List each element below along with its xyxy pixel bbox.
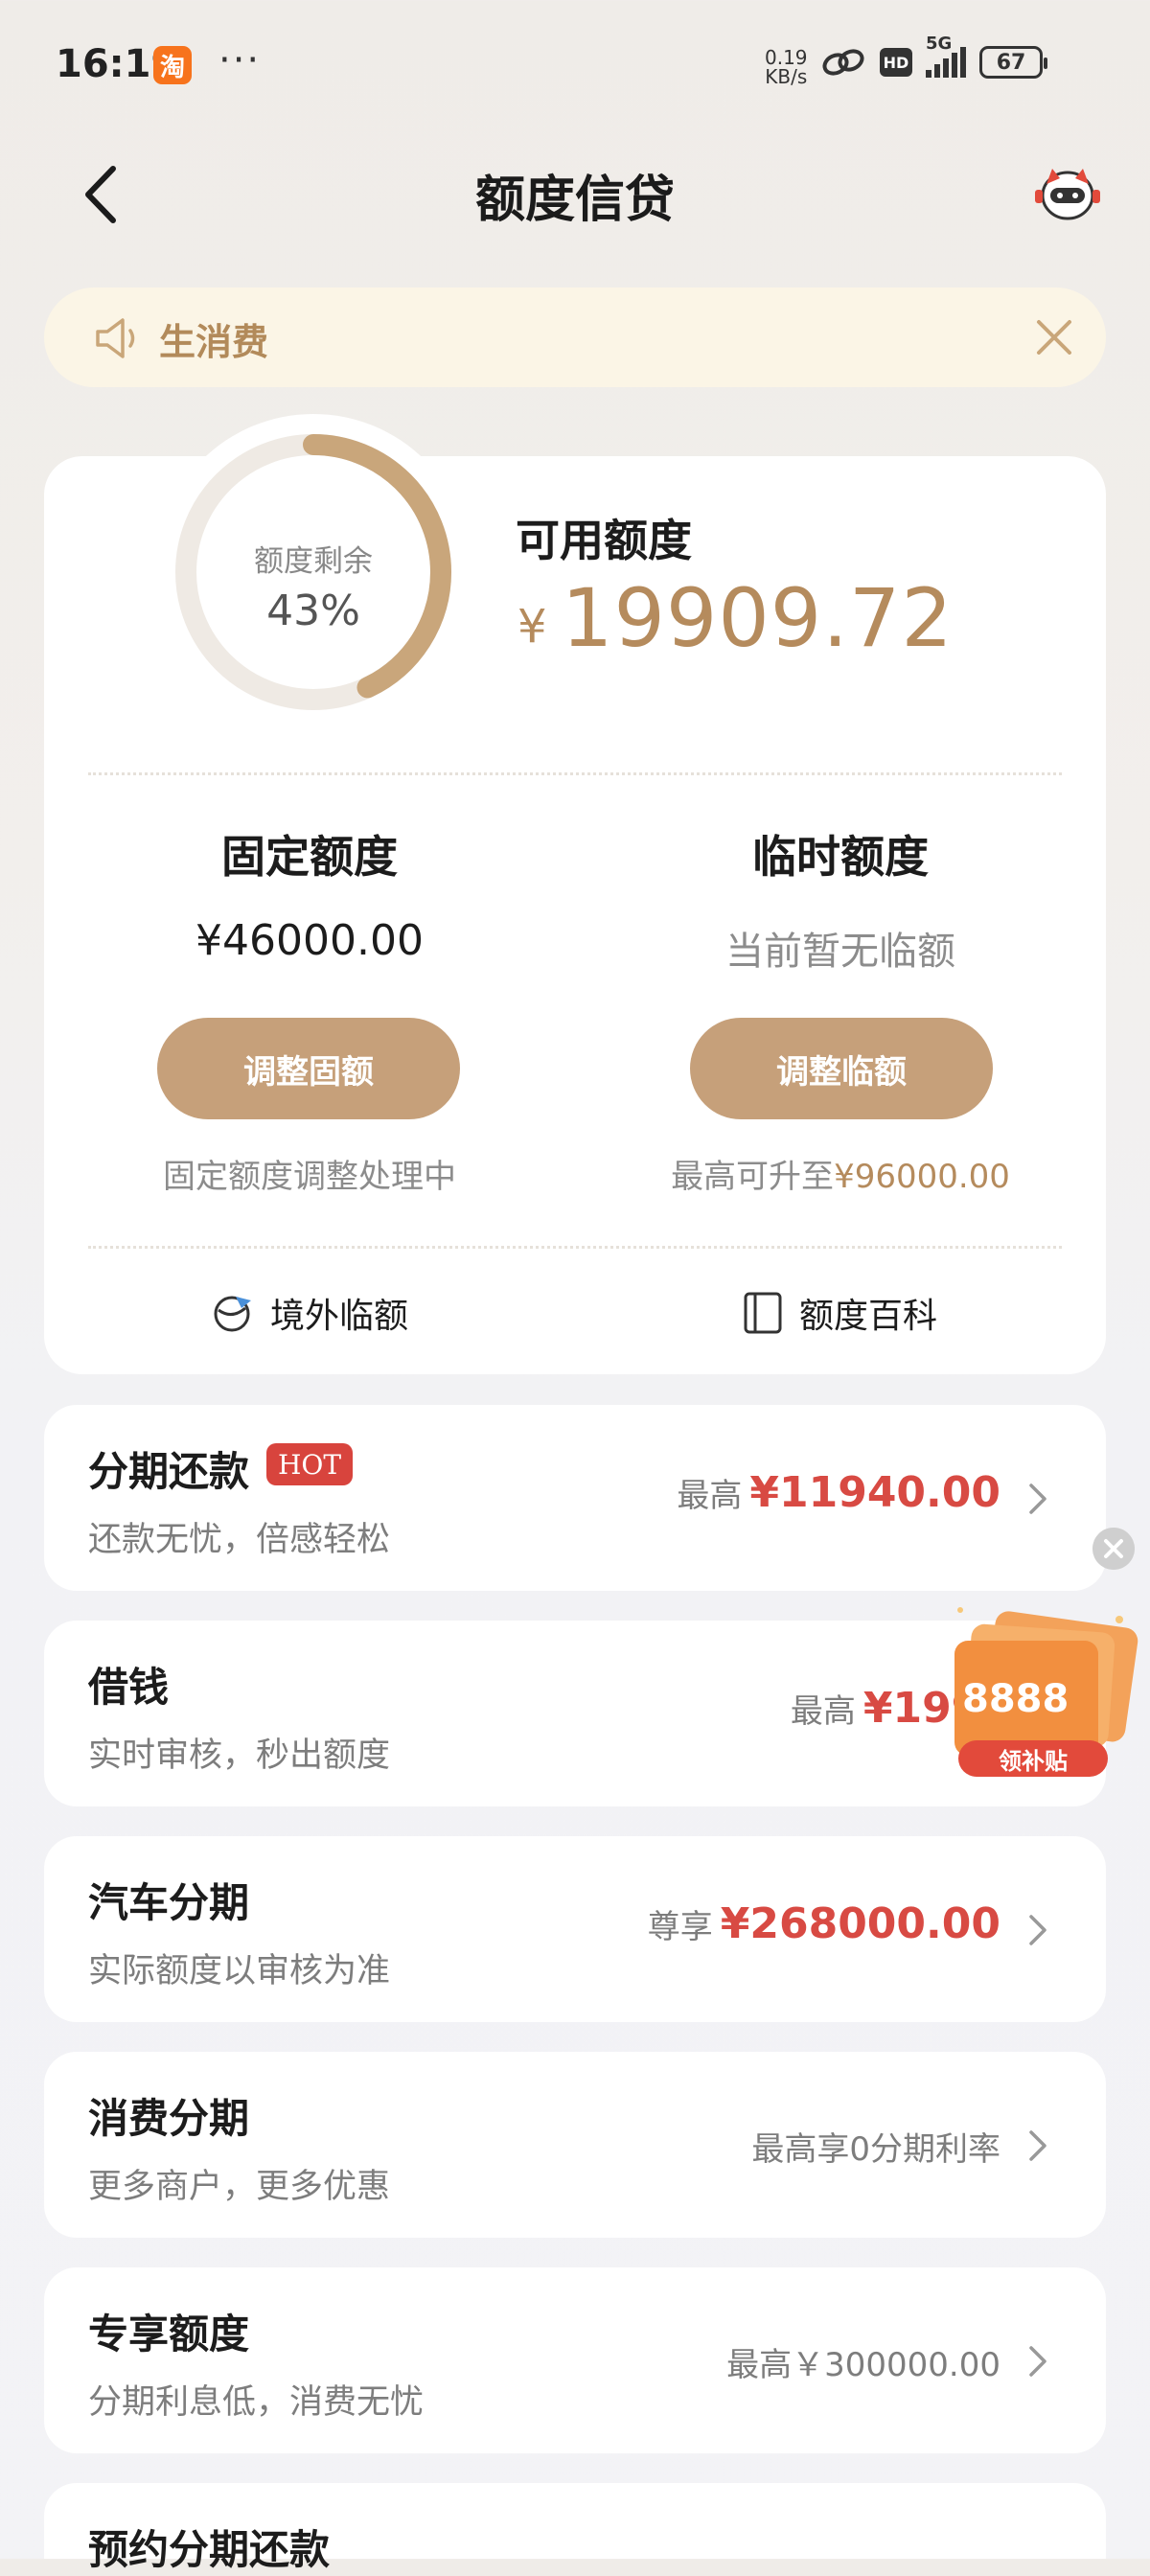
claim-subsidy-button[interactable]: 领补贴 <box>958 1740 1108 1777</box>
product-amount: 尊享 ¥268000.00 <box>647 1899 1000 1948</box>
available-credit-label: 可用额度 <box>516 515 692 566</box>
speaker-icon <box>96 318 135 358</box>
notice-text: 生消费 <box>159 321 269 363</box>
product-subtitle: 更多商户，更多优惠 <box>88 2168 391 2206</box>
product-title: 预约分期还款 <box>88 2526 331 2573</box>
customer-service-button[interactable] <box>1033 163 1102 222</box>
page-title: 额度信贷 <box>474 172 675 229</box>
temp-credit-value: 当前暂无临额 <box>725 930 955 974</box>
product-card-consumer-installment[interactable]: 消费分期 更多商户，更多优惠 最高享0分期利率 <box>44 2052 1106 2238</box>
temp-credit-note: 最高可升至¥96000.00 <box>671 1158 1010 1196</box>
hd-icon: HD <box>880 48 912 77</box>
divider <box>88 772 1062 775</box>
close-icon[interactable] <box>1092 1528 1135 1570</box>
battery-icon: 67 <box>979 46 1047 79</box>
link-icon <box>822 49 864 76</box>
taobao-app-badge: 淘 <box>153 46 192 84</box>
product-title: 分期还款 <box>88 1448 250 1495</box>
product-subtitle: 还款无忧，倍感轻松 <box>88 1521 391 1559</box>
chevron-right-icon <box>1029 2130 1046 2161</box>
credit-summary-card: 额度剩余 43% 可用额度 ¥ 19909.72 固定额度 ¥46000.00 … <box>44 414 1106 1374</box>
product-card-car-installment[interactable]: 汽车分期 实际额度以审核为准 尊享 ¥268000.00 <box>44 1836 1106 2022</box>
product-amount: 最高 ¥11940.00 <box>677 1468 1000 1517</box>
product-title: 汽车分期 <box>88 1879 250 1926</box>
chevron-right-icon <box>1029 1915 1046 1945</box>
product-subtitle: 分期利息低，消费无忧 <box>88 2383 425 2422</box>
signal-icon: 5G <box>926 34 966 78</box>
more-notifications-icon: ··· <box>218 38 262 82</box>
product-amount: 最高￥300000.00 <box>726 2346 1000 2384</box>
temp-credit-title: 临时额度 <box>752 831 929 883</box>
network-speed: 0.19 KB/s <box>765 46 808 88</box>
overseas-temp-credit-link[interactable]: 境外临额 <box>211 1288 408 1338</box>
product-card-exclusive-credit[interactable]: 专享额度 分期利息低，消费无忧 最高￥300000.00 <box>44 2267 1106 2453</box>
credit-encyclopedia-link[interactable]: 额度百科 <box>742 1288 937 1338</box>
fixed-credit-value: ¥46000.00 <box>196 916 424 965</box>
product-card-borrow[interactable]: 借钱 实时审核，秒出额度 最高 ¥1990 <box>44 1621 1106 1806</box>
product-title: 消费分期 <box>88 2095 250 2142</box>
book-icon <box>744 1292 782 1334</box>
product-title: 专享额度 <box>88 2311 250 2358</box>
product-subtitle: 实际额度以审核为准 <box>88 1952 391 1990</box>
remaining-ring: 额度剩余 43% <box>155 414 472 730</box>
ring-percent: 43% <box>266 586 360 635</box>
close-icon[interactable] <box>1031 314 1077 360</box>
adjust-fixed-button[interactable]: 调整固额 <box>157 1018 460 1119</box>
product-title: 借钱 <box>88 1664 170 1711</box>
currency-symbol: ¥ <box>518 600 547 654</box>
notice-bar[interactable]: 生消费 <box>44 288 1106 387</box>
available-credit-amount: 19909.72 <box>562 571 954 665</box>
chevron-right-icon <box>1029 1484 1046 1514</box>
fixed-credit-title: 固定额度 <box>221 831 398 883</box>
product-card-scheduled-repay[interactable]: 预约分期还款 <box>44 2483 1106 2573</box>
chevron-right-icon <box>1029 2346 1046 2377</box>
globe-plane-icon <box>214 1296 251 1332</box>
product-subtitle: 实时审核，秒出额度 <box>88 1736 391 1775</box>
subsidy-amount: 8888 <box>962 1677 1070 1721</box>
ring-label: 额度剩余 <box>254 544 373 579</box>
adjust-temp-button[interactable]: 调整临额 <box>690 1018 993 1119</box>
product-amount: 最高享0分期利率 <box>751 2130 1000 2169</box>
divider <box>88 1246 1062 1249</box>
fixed-credit-note: 固定额度调整处理中 <box>163 1158 456 1196</box>
hot-badge: HOT <box>266 1443 354 1485</box>
product-card-installment-repay[interactable]: 分期还款 HOT 还款无忧，倍感轻松 最高 ¥11940.00 <box>44 1405 1106 1591</box>
status-icons: HD 5G 67 <box>820 34 1047 79</box>
